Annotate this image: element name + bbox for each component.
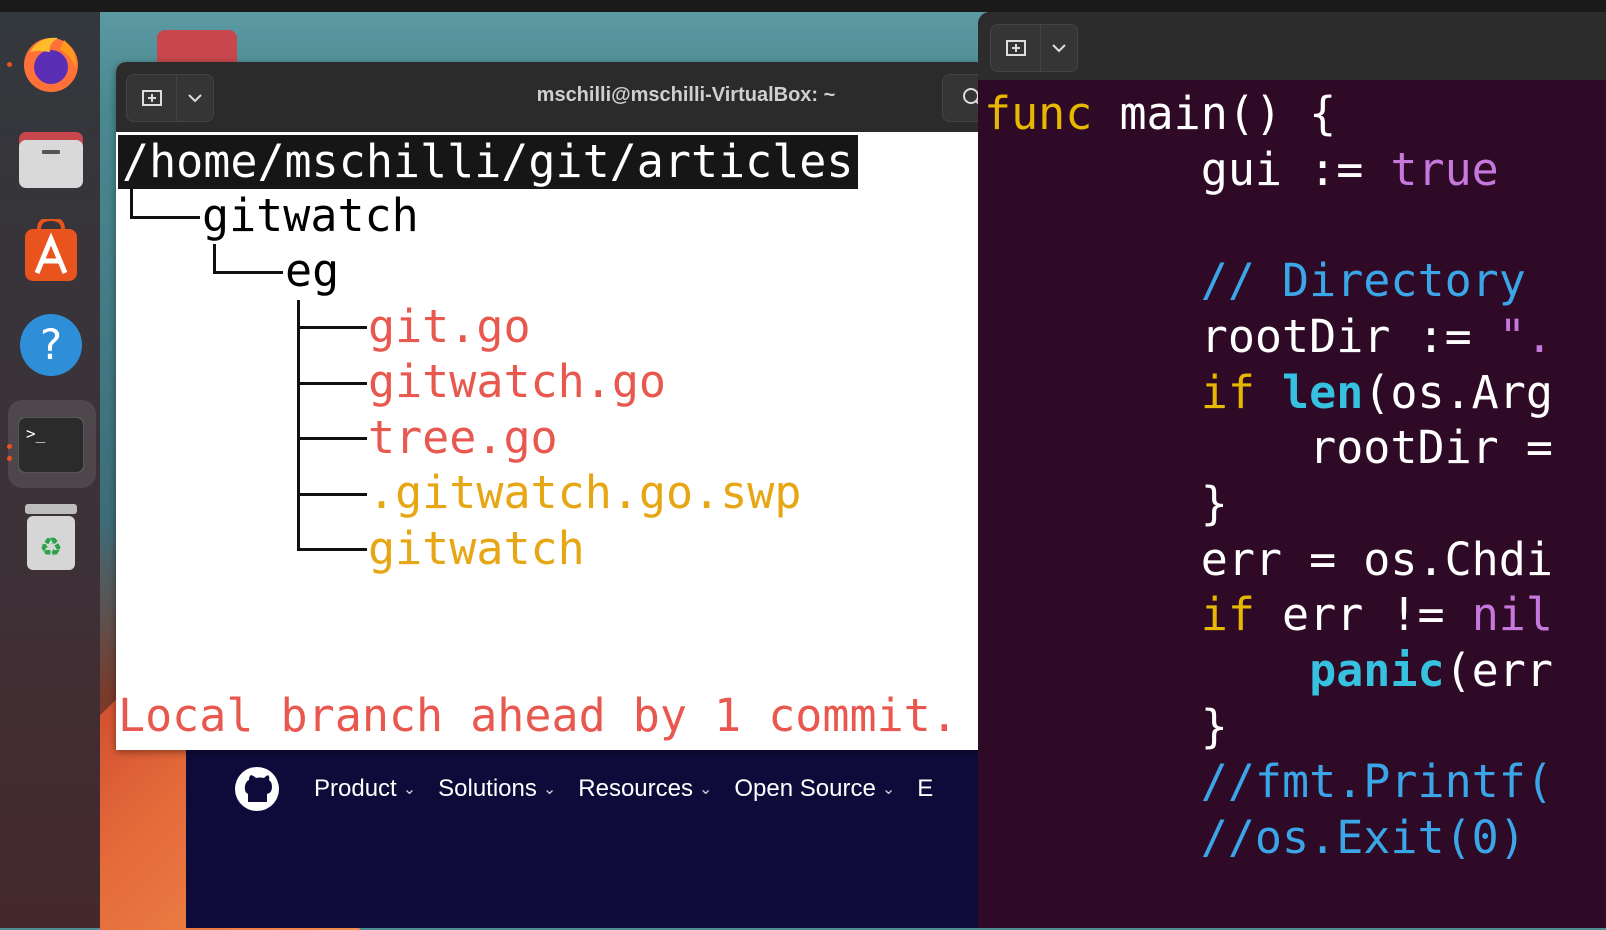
code-line: err = os.Chdi (984, 532, 1553, 586)
code-line: rootDir = (984, 421, 1553, 475)
tree-entry: git.go (368, 300, 531, 353)
tree-entry: gitwatch (368, 522, 585, 575)
files-icon[interactable] (18, 126, 84, 192)
new-tab-button[interactable] (990, 24, 1042, 72)
nav-product-label: Product (314, 775, 397, 802)
code-line: } (984, 476, 1228, 530)
tree-connector (297, 493, 367, 496)
code-line: //os.Exit(0) (1200, 811, 1526, 865)
tree-entry: .gitwatch.go.swp (368, 466, 802, 519)
code-line: if err != nil (1200, 588, 1553, 642)
code-line: panic(err (1309, 644, 1553, 698)
code-line: func main() { (984, 87, 1337, 140)
terminal-title: mschilli@mschilli-VirtualBox: ~ (536, 84, 836, 106)
tree-connector (213, 271, 283, 274)
terminal-headerbar: mschilli@mschilli-VirtualBox: ~ (116, 62, 986, 132)
svg-text:>_: >_ (26, 424, 46, 443)
terminal-icon[interactable]: >_ (18, 412, 84, 478)
nav-enterprise[interactable]: E (917, 775, 933, 803)
tree-entry: gitwatch (202, 189, 419, 242)
running-indicator (7, 444, 12, 449)
tree-entry: gitwatch.go (368, 355, 667, 408)
help-icon[interactable]: ? (18, 312, 84, 378)
tree-root-path: /home/mschilli/git/articles (118, 135, 858, 189)
tab-menu-button[interactable] (176, 74, 214, 122)
tree-connector (297, 326, 367, 329)
nav-open-source[interactable]: Open Source ⌄ (734, 775, 895, 803)
tree-connector (130, 216, 200, 219)
code-line: gui := true (984, 142, 1499, 196)
running-indicator (7, 62, 12, 67)
github-page: Product ⌄ Solutions ⌄ Resources ⌄ Open Sour… (186, 750, 978, 928)
tree-connector (213, 244, 216, 271)
top-bar (0, 0, 1606, 12)
tree-connector (297, 437, 367, 440)
app-center-icon[interactable] (18, 218, 84, 284)
code-view[interactable]: func main() { gui := true // Directory r… (984, 86, 1553, 866)
tree-connector (297, 382, 367, 385)
tree-entry: tree.go (368, 411, 558, 464)
nav-solutions[interactable]: Solutions ⌄ (438, 775, 556, 803)
terminal-output[interactable]: /home/mschilli/git/articles gitwatch eg … (116, 132, 986, 750)
tree-connector (130, 189, 133, 216)
nav-solutions-label: Solutions (438, 775, 537, 802)
new-tab-icon (142, 90, 162, 106)
terminal-window: mschilli@mschilli-VirtualBox: ~ /home/ms… (116, 62, 986, 750)
tree-entry: eg (285, 244, 340, 297)
tree-connector (297, 548, 367, 551)
svg-text:?: ? (40, 320, 62, 369)
chevron-down-icon (1052, 44, 1066, 53)
chevron-down-icon: ⌄ (402, 781, 417, 798)
nav-resources-label: Resources (578, 775, 693, 802)
git-status-message: Local branch ahead by 1 commit. (118, 689, 958, 742)
editor-window: func main() { gui := true // Directory r… (978, 12, 1606, 928)
nav-resources[interactable]: Resources ⌄ (578, 775, 712, 803)
nav-open-source-label: Open Source (734, 775, 876, 802)
tab-menu-button[interactable] (1040, 24, 1078, 72)
new-tab-button[interactable] (126, 74, 178, 122)
chevron-down-icon: ⌄ (698, 781, 713, 798)
code-line: // Directory (1200, 254, 1526, 308)
dock: ? >_ ♻ (0, 12, 100, 928)
new-tab-icon (1006, 40, 1026, 56)
github-logo-icon[interactable] (234, 766, 280, 812)
nav-enterprise-label: E (917, 775, 934, 802)
running-indicator (7, 456, 12, 461)
chevron-down-icon: ⌄ (881, 781, 896, 798)
code-line: rootDir := ". (984, 309, 1553, 363)
firefox-icon[interactable] (18, 30, 84, 96)
tree-connector (297, 300, 300, 550)
chevron-down-icon (188, 94, 202, 103)
editor-headerbar (978, 12, 1606, 80)
nav-product[interactable]: Product ⌄ (314, 775, 416, 803)
svg-text:♻: ♻ (39, 533, 62, 563)
code-line: //fmt.Printf( (1200, 755, 1553, 809)
chevron-down-icon: ⌄ (542, 781, 557, 798)
desktop-folder-icon[interactable] (157, 30, 237, 66)
trash-icon[interactable]: ♻ (18, 504, 84, 570)
code-line: if len(os.Arg (1200, 365, 1553, 419)
code-line: } (984, 699, 1228, 753)
github-nav: Product ⌄ Solutions ⌄ Resources ⌄ Open Sour… (186, 750, 978, 828)
